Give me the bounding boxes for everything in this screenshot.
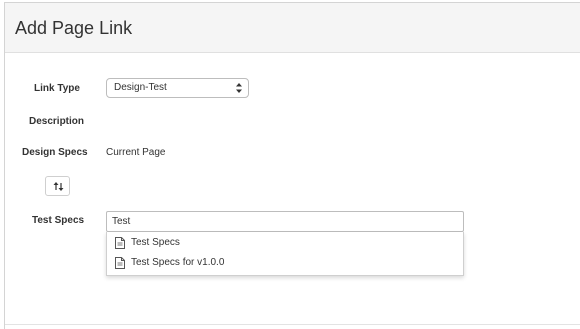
description-label: Description	[29, 116, 85, 127]
footer-divider	[5, 324, 580, 325]
dialog-title: Add Page Link	[15, 18, 133, 38]
suggestion-label: Test Specs for v1.0.0	[131, 257, 225, 268]
swap-vertical-arrows-icon	[53, 182, 64, 191]
test-specs-input-value: Test	[112, 216, 131, 227]
test-specs-label: Test Specs	[32, 215, 85, 226]
document-icon	[115, 257, 125, 269]
test-specs-suggestions: Test Specs Test Specs for v1.0.0	[106, 232, 464, 276]
test-specs-search-input[interactable]: Test	[106, 211, 464, 232]
link-type-label: Link Type	[34, 83, 80, 94]
link-type-select[interactable]: Design-Test	[106, 78, 249, 98]
swap-specs-button[interactable]	[45, 176, 70, 196]
suggestion-item[interactable]: Test Specs	[107, 233, 463, 253]
add-page-link-dialog: Add Page Link Link Type Design-Test Desc…	[4, 2, 580, 329]
link-type-selected-value: Design-Test	[114, 82, 167, 93]
suggestion-item[interactable]: Test Specs for v1.0.0	[107, 253, 463, 273]
suggestion-label: Test Specs	[131, 237, 180, 248]
select-updown-arrows-icon	[236, 83, 242, 93]
design-specs-value: Current Page	[106, 147, 166, 158]
document-icon	[115, 237, 125, 249]
dialog-header: Add Page Link	[5, 3, 580, 53]
design-specs-label: Design Specs	[22, 147, 88, 158]
